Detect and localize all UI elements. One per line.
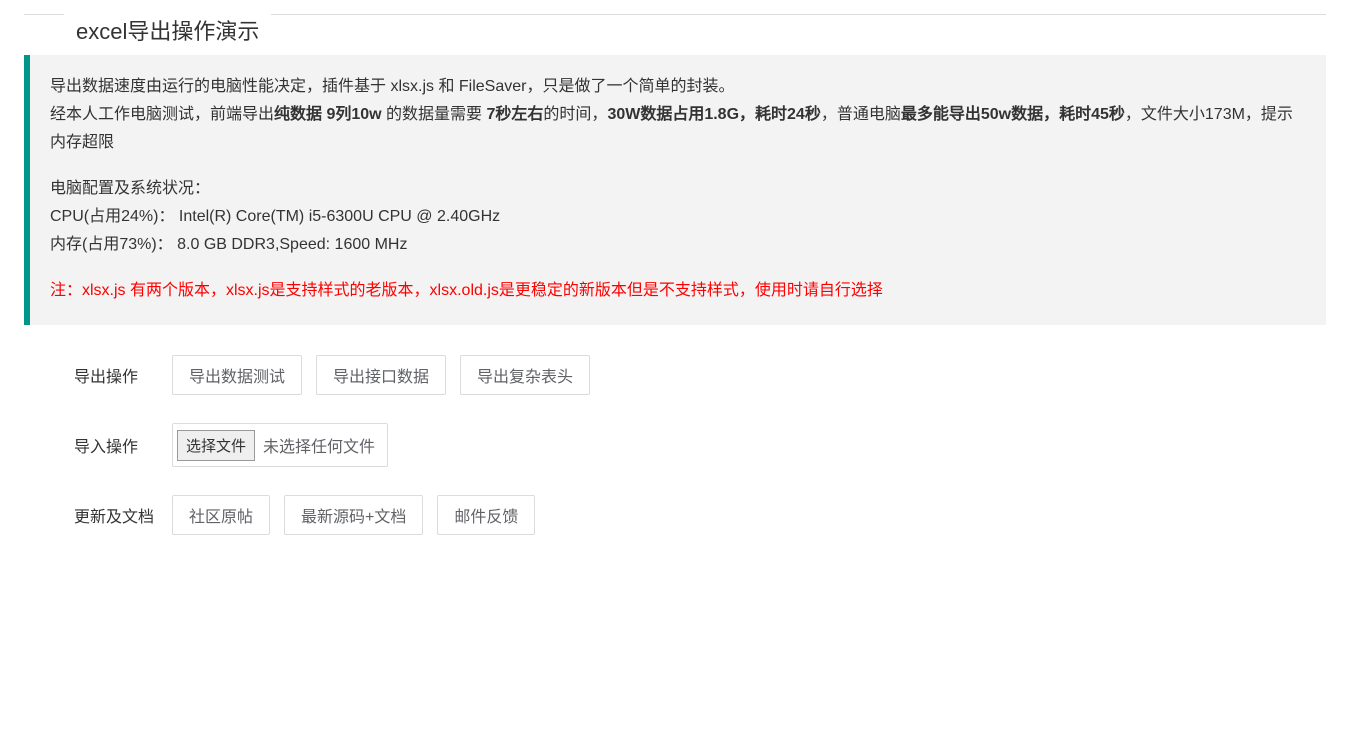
page-fieldset: excel导出操作演示 [24, 14, 1326, 15]
form-area: 导出操作 导出数据测试 导出接口数据 导出复杂表头 导入操作 选择文件 未选择任… [24, 355, 1326, 535]
choose-file-button[interactable]: 选择文件 [177, 430, 255, 461]
mail-feedback-button[interactable]: 邮件反馈 [437, 495, 535, 535]
community-post-button[interactable]: 社区原帖 [172, 495, 270, 535]
page-title: excel导出操作演示 [64, 14, 271, 46]
file-placeholder-text: 未选择任何文件 [263, 433, 375, 457]
export-api-button[interactable]: 导出接口数据 [316, 355, 446, 395]
callout-line-2: 经本人工作电脑测试，前端导出纯数据 9列10w 的数据量需要 7秒左右的时间，3… [50, 101, 1306, 157]
import-label: 导入操作 [74, 433, 164, 457]
version-note: 注：xlsx.js 有两个版本，xlsx.js是支持样式的老版本，xlsx.ol… [50, 277, 1306, 305]
file-input[interactable]: 选择文件 未选择任何文件 [172, 423, 388, 467]
info-callout: 导出数据速度由运行的电脑性能决定，插件基于 xlsx.js 和 FileSave… [24, 55, 1326, 325]
export-label: 导出操作 [74, 363, 164, 387]
docs-row: 更新及文档 社区原帖 最新源码+文档 邮件反馈 [74, 495, 1326, 535]
export-row: 导出操作 导出数据测试 导出接口数据 导出复杂表头 [74, 355, 1326, 395]
import-row: 导入操作 选择文件 未选择任何文件 [74, 423, 1326, 467]
cpu-info: CPU(占用24%)： Intel(R) Core(TM) i5-6300U C… [50, 203, 1306, 231]
export-complex-header-button[interactable]: 导出复杂表头 [460, 355, 590, 395]
latest-source-docs-button[interactable]: 最新源码+文档 [284, 495, 423, 535]
config-title: 电脑配置及系统状况： [50, 175, 1306, 203]
memory-info: 内存(占用73%)： 8.0 GB DDR3,Speed: 1600 MHz [50, 231, 1306, 259]
callout-line-1: 导出数据速度由运行的电脑性能决定，插件基于 xlsx.js 和 FileSave… [50, 73, 1306, 101]
docs-label: 更新及文档 [74, 503, 164, 527]
export-test-button[interactable]: 导出数据测试 [172, 355, 302, 395]
